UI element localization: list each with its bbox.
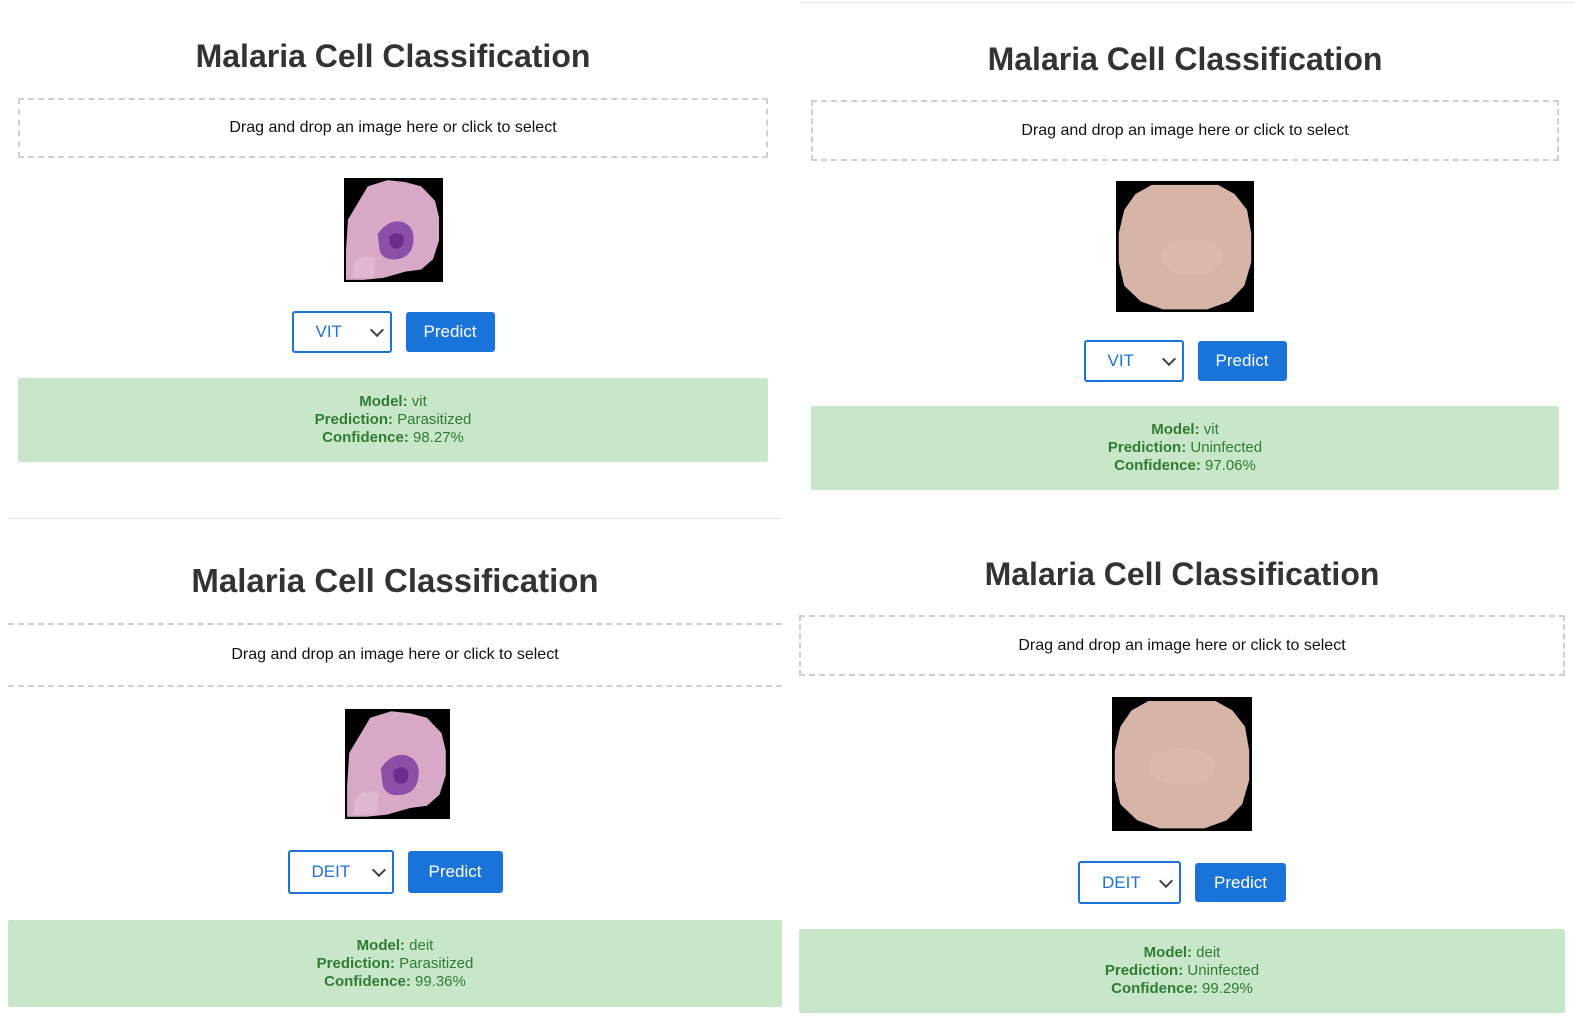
result-model-value: vit	[411, 393, 427, 410]
model-select[interactable]: VIT	[291, 311, 392, 353]
prediction-result: Model: vit Prediction: Uninfected Confid…	[811, 406, 1559, 490]
classifier-panel-top-right: Malaria Cell Classification Drag and dro…	[811, 0, 1559, 515]
chevron-down-icon	[1161, 351, 1176, 367]
result-confidence-row: Confidence: 99.29%	[1111, 980, 1253, 997]
result-prediction-row: Prediction: Uninfected	[1104, 962, 1260, 979]
result-model-row: Model: vit	[359, 393, 427, 410]
result-confidence-value: 99.29%	[1201, 980, 1253, 997]
predict-button[interactable]: Predict	[1195, 863, 1286, 902]
cell-preview-image	[1112, 697, 1252, 831]
result-prediction-row: Prediction: Parasitized	[316, 954, 474, 972]
model-controls: VIT Predict	[18, 311, 768, 353]
model-select[interactable]: DEIT	[1078, 861, 1181, 904]
model-select[interactable]: DEIT	[287, 850, 394, 894]
chevron-down-icon	[1158, 873, 1174, 888]
prediction-result: Model: vit Prediction: Parasitized Confi…	[18, 378, 768, 462]
result-model-value: vit	[1203, 421, 1219, 438]
image-dropzone[interactable]: Drag and drop an image here or click to …	[811, 100, 1559, 161]
model-select-value: VIT	[1107, 351, 1134, 370]
classifier-panel-bottom-left: Malaria Cell Classification Drag and dro…	[8, 520, 782, 1020]
chevron-down-icon	[369, 322, 384, 338]
predict-button[interactable]: Predict	[407, 851, 503, 893]
dropzone-text: Drag and drop an image here or click to …	[229, 119, 557, 136]
result-confidence-value: 98.27%	[412, 429, 464, 446]
image-dropzone[interactable]: Drag and drop an image here or click to …	[799, 615, 1565, 676]
screenshot-canvas: Malaria Cell Classification Drag and dro…	[0, 0, 1575, 1024]
result-confidence-row: Confidence: 98.27%	[322, 429, 464, 446]
result-confidence-row: Confidence: 99.36%	[324, 972, 466, 990]
model-select-value: DEIT	[1102, 872, 1141, 892]
prediction-result: Model: deit Prediction: Parasitized Conf…	[8, 920, 782, 1007]
image-dropzone[interactable]: Drag and drop an image here or click to …	[8, 623, 782, 687]
model-select-value: DEIT	[311, 862, 351, 881]
cell-preview-image	[345, 709, 450, 819]
image-dropzone[interactable]: Drag and drop an image here or click to …	[18, 98, 768, 158]
result-prediction-value: Parasitized	[399, 954, 474, 972]
chevron-down-icon	[371, 862, 386, 878]
result-model-value: deit	[1196, 944, 1221, 961]
dropzone-text: Drag and drop an image here or click to …	[1018, 636, 1346, 654]
cell-preview-image	[344, 178, 443, 282]
predict-button[interactable]: Predict	[1197, 341, 1287, 381]
cell-preview-image	[1116, 181, 1254, 312]
result-prediction-value: Parasitized	[397, 411, 472, 428]
classifier-panel-top-left: Malaria Cell Classification Drag and dro…	[18, 0, 768, 515]
predict-button[interactable]: Predict	[405, 312, 495, 352]
model-select-value: VIT	[315, 322, 342, 341]
result-confidence-value: 97.06%	[1204, 457, 1256, 474]
page-title: Malaria Cell Classification	[195, 38, 591, 74]
dropzone-text: Drag and drop an image here or click to …	[231, 646, 559, 663]
prediction-result: Model: deit Prediction: Uninfected Confi…	[799, 929, 1565, 1013]
result-confidence-value: 99.36%	[414, 972, 466, 990]
result-model-value: deit	[409, 936, 434, 954]
page-title: Malaria Cell Classification	[984, 556, 1380, 592]
dropzone-text: Drag and drop an image here or click to …	[1021, 121, 1349, 139]
page-title: Malaria Cell Classification	[987, 41, 1383, 77]
result-model-row: Model: deit	[356, 936, 434, 954]
result-prediction-value: Uninfected	[1190, 439, 1263, 456]
result-prediction-row: Prediction: Uninfected	[1107, 439, 1263, 456]
result-confidence-row: Confidence: 97.06%	[1114, 457, 1256, 474]
model-controls: DEIT Predict	[799, 861, 1565, 904]
page-title: Malaria Cell Classification	[191, 562, 599, 599]
middle-divider	[8, 518, 782, 519]
classifier-panel-bottom-right: Malaria Cell Classification Drag and dro…	[799, 520, 1565, 1020]
result-model-row: Model: vit	[1151, 421, 1219, 438]
model-controls: DEIT Predict	[8, 850, 782, 894]
result-model-row: Model: deit	[1143, 944, 1221, 961]
result-prediction-value: Uninfected	[1187, 962, 1260, 979]
result-prediction-row: Prediction: Parasitized	[314, 411, 472, 428]
model-select[interactable]: VIT	[1083, 340, 1184, 382]
model-controls: VIT Predict	[811, 340, 1559, 382]
